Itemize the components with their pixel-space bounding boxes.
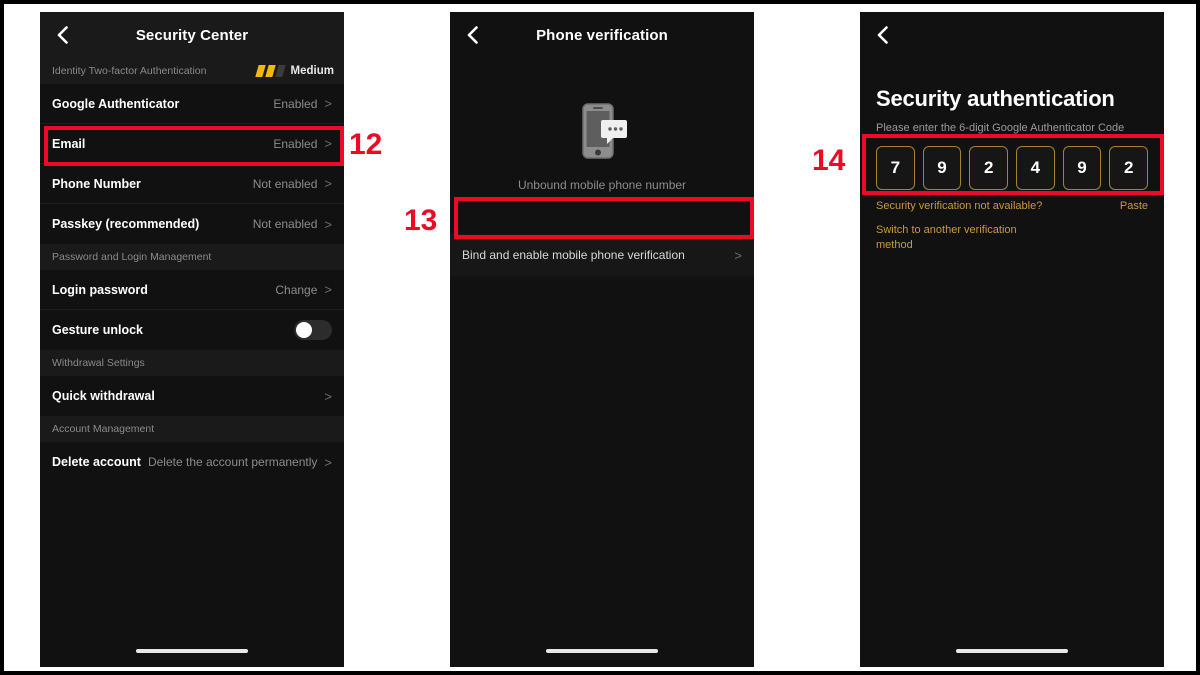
row-label: Phone Number	[52, 176, 141, 191]
chevron-right-icon: >	[324, 176, 332, 191]
page-title: Phone verification	[536, 26, 668, 44]
chevron-left-icon[interactable]	[462, 25, 482, 45]
verification-not-available-link[interactable]: Security verification not available?	[876, 199, 1042, 214]
row-label: Google Authenticator	[52, 96, 180, 111]
home-indicator	[546, 649, 658, 653]
phone-screen-security-authentication: Security authentication Please enter the…	[860, 12, 1164, 667]
section-withdrawal-settings: Withdrawal Settings	[40, 350, 344, 376]
annotation-number-13: 13	[404, 204, 438, 237]
strength-bars	[254, 65, 286, 77]
phone-message-icon	[573, 100, 631, 162]
navbar-security-center: Security Center	[40, 12, 344, 58]
row-label: Delete account	[52, 455, 141, 469]
section-account-management: Account Management	[40, 416, 344, 442]
navbar-security-authentication	[860, 12, 1164, 58]
navbar-phone-verification: Phone verification	[450, 12, 754, 58]
page-title: Security authentication	[876, 86, 1115, 111]
phone-screen-phone-verification: Phone verification Unbound mobile phone …	[450, 12, 754, 667]
otp-digit-6[interactable]: 2	[1109, 146, 1149, 190]
row-value: Enabled	[273, 136, 318, 151]
home-indicator	[956, 649, 1068, 653]
row-value: Not enabled	[252, 217, 318, 231]
chevron-right-icon: >	[324, 454, 332, 470]
row-gesture-unlock[interactable]: Gesture unlock	[40, 310, 344, 350]
row-quick-withdrawal[interactable]: Quick withdrawal >	[40, 376, 344, 416]
row-login-password[interactable]: Login password Change >	[40, 270, 344, 310]
chevron-right-icon: >	[324, 136, 332, 151]
screenshot-canvas: Security Center Identity Two-factor Auth…	[0, 0, 1200, 675]
otp-instruction-text: Please enter the 6-digit Google Authenti…	[876, 122, 1125, 134]
chevron-left-icon[interactable]	[52, 25, 72, 45]
chevron-right-icon: >	[734, 247, 742, 263]
row-value-group: Change >	[275, 283, 332, 297]
row-value: Change	[275, 282, 318, 297]
row-label: Passkey (recommended)	[52, 217, 200, 231]
unbound-phone-caption: Unbound mobile phone number	[517, 178, 687, 192]
otp-digit-2[interactable]: 9	[922, 146, 962, 190]
otp-helper-links: Security verification not available? Pas…	[876, 199, 1148, 214]
section-password-login-management: Password and Login Management	[40, 244, 344, 270]
identity-strength-label: Identity Two-factor Authentication	[52, 65, 207, 77]
phone-screen-security-center: Security Center Identity Two-factor Auth…	[40, 12, 344, 667]
switch-verification-method-link[interactable]: Switch to another verification method	[876, 223, 1026, 253]
otp-digit-3[interactable]: 2	[969, 146, 1009, 190]
row-passkey[interactable]: Passkey (recommended) Not enabled >	[40, 204, 344, 244]
row-value: Delete the account permanently	[147, 455, 318, 469]
chevron-right-icon: >	[324, 282, 332, 297]
toggle-knob	[296, 322, 312, 338]
strength-bar-1	[254, 65, 266, 77]
row-value-group: >	[324, 390, 332, 403]
row-label: Bind and enable mobile phone verificatio…	[462, 248, 685, 262]
row-value-group: Enabled >	[273, 97, 332, 111]
otp-input-group[interactable]: 7 9 2 4 9 2	[876, 146, 1149, 190]
row-google-authenticator[interactable]: Google Authenticator Enabled >	[40, 84, 344, 124]
row-delete-account[interactable]: Delete account Delete the account perman…	[40, 442, 344, 482]
row-label: Email	[52, 136, 86, 151]
row-label: Gesture unlock	[52, 323, 143, 337]
row-email[interactable]: Email Enabled >	[40, 124, 344, 164]
home-indicator	[136, 649, 248, 653]
row-value-group: Not enabled >	[253, 217, 332, 231]
section-label-text: Withdrawal Settings	[52, 357, 145, 369]
row-value: Enabled	[273, 96, 318, 111]
otp-digit-5[interactable]: 9	[1062, 146, 1102, 190]
row-phone-number[interactable]: Phone Number Not enabled >	[40, 164, 344, 204]
strength-bar-2	[264, 65, 276, 77]
chevron-right-icon: >	[324, 96, 332, 111]
strength-indicator: Medium	[254, 65, 334, 77]
otp-digit-1[interactable]: 7	[876, 146, 915, 190]
row-value-group: Enabled >	[273, 137, 332, 151]
page-title: Security Center	[135, 26, 249, 44]
annotation-number-12: 12	[349, 128, 383, 161]
row-value-group: Delete the account permanently >	[148, 455, 332, 469]
identity-strength-section: Identity Two-factor Authentication Mediu…	[40, 58, 344, 84]
annotation-number-14: 14	[812, 144, 846, 177]
chevron-right-icon: >	[324, 216, 332, 232]
bind-and-enable-row[interactable]: Bind and enable mobile phone verificatio…	[450, 234, 754, 276]
chevron-left-icon[interactable]	[872, 25, 892, 45]
row-label: Quick withdrawal	[52, 389, 155, 403]
security-auth-body: Security authentication Please enter the…	[860, 58, 1164, 253]
chevron-right-icon: >	[324, 388, 332, 404]
otp-digit-4[interactable]: 4	[1016, 146, 1055, 190]
row-value-group: Not enabled >	[253, 177, 332, 191]
strength-bar-3	[274, 65, 286, 77]
row-label: Login password	[52, 282, 148, 297]
section-label-text: Account Management	[52, 423, 155, 435]
gesture-unlock-toggle[interactable]	[294, 320, 332, 340]
strength-level-text: Medium	[290, 65, 334, 77]
row-value: Not enabled	[252, 176, 318, 191]
paste-button[interactable]: Paste	[1120, 199, 1148, 214]
section-label-text: Password and Login Management	[52, 251, 212, 263]
